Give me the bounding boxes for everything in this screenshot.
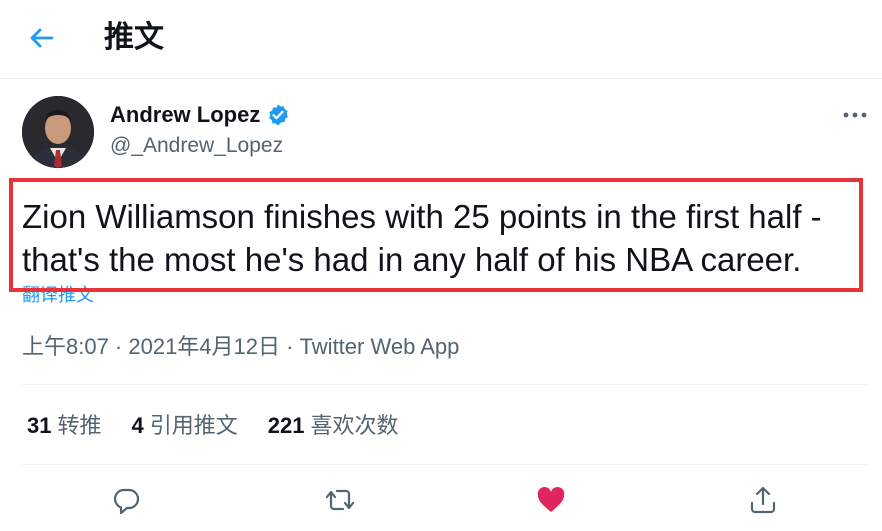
author-name-row: Andrew Lopez: [110, 101, 290, 129]
avatar[interactable]: [22, 96, 94, 168]
verified-badge-icon: [269, 104, 289, 126]
stat-label: 喜欢次数: [310, 413, 399, 438]
reply-icon[interactable]: [110, 484, 142, 516]
tweet-timestamp[interactable]: 上午8:07 · 2021年4月12日 · Twitter Web App: [22, 333, 459, 361]
like-count[interactable]: 221 喜欢次数: [268, 411, 399, 441]
retweet-icon[interactable]: [324, 484, 356, 516]
back-arrow-icon[interactable]: [26, 22, 58, 54]
more-icon[interactable]: [842, 107, 868, 123]
divider: [22, 384, 868, 385]
share-icon[interactable]: [747, 484, 779, 516]
stat-count: 4: [131, 413, 144, 438]
page-header: 推文: [0, 0, 882, 79]
author-name[interactable]: Andrew Lopez: [110, 101, 260, 129]
quote-count[interactable]: 4 引用推文: [132, 411, 238, 441]
author-handle[interactable]: @_Andrew_Lopez: [110, 133, 283, 159]
stat-label: 转推: [57, 413, 102, 438]
stat-count: 221: [267, 413, 305, 438]
stat-label: 引用推文: [149, 413, 238, 438]
retweet-count[interactable]: 31 转推: [27, 411, 102, 441]
like-icon[interactable]: [535, 484, 567, 516]
stat-count: 31: [27, 413, 52, 438]
page-title: 推文: [104, 21, 164, 54]
highlight-box: [9, 178, 863, 292]
divider: [22, 464, 868, 465]
tweet-stats: 31 转推 4 引用推文 221 喜欢次数: [27, 411, 429, 441]
